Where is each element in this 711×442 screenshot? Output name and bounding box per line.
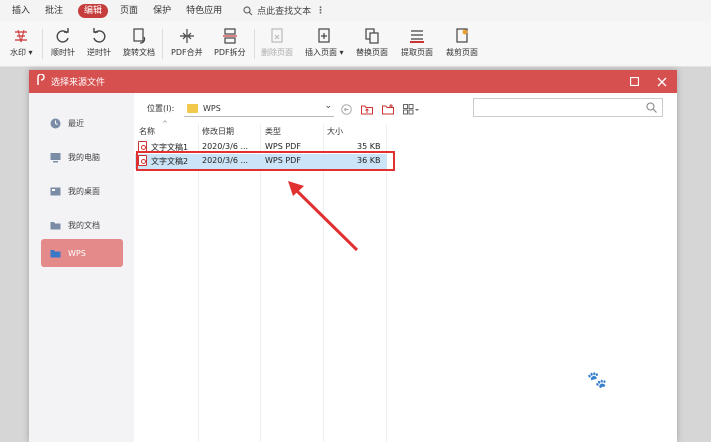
pdf-merge-icon [171,25,203,47]
menu-insert[interactable]: 插入 [12,4,30,18]
menu-bar: 插入 批注 编辑 页面 保护 特色应用 点此查找文本 ⋮ [0,0,711,21]
find-text-label: 点此查找文本 [257,7,312,17]
tool-crop-page[interactable]: 裁剪页面 [446,25,478,58]
tool-delete-page[interactable]: 删除页面 [261,25,293,58]
menu-protect[interactable]: 保护 [153,4,171,18]
baidu-watermark-logo: Bai🐾百度 [548,366,652,391]
extract-page-icon [401,25,433,47]
tool-label: 水印 [10,48,26,57]
dropdown-caret: ▾ [337,48,344,57]
rotate-cw-icon [51,25,75,47]
rotate-doc-icon [123,25,155,47]
tool-label: 逆时针 [87,48,111,57]
tool-label: PDF合并 [171,48,203,57]
replace-page-icon [356,25,388,47]
menu-edit[interactable]: 编辑 [78,3,109,18]
tool-rotate-doc[interactable]: 旋转文档 [123,25,155,58]
search-icon [243,5,253,15]
more-options-icon[interactable]: ⋮ [316,6,325,16]
tool-pdf-merge[interactable]: PDF合并 [171,25,203,58]
insert-page-icon [305,25,344,47]
crop-page-icon [446,25,478,47]
tool-label: 删除页面 [261,48,293,57]
delete-page-icon [261,25,293,47]
tool-label: 旋转文档 [123,48,155,57]
tool-extract-page[interactable]: 提取页面 [401,25,433,58]
tool-label: PDF拆分 [214,48,246,57]
toolbar-divider [254,29,255,59]
tool-label: 插入页面 [305,48,337,57]
dropdown-caret: ▾ [26,48,33,57]
menu-special-apps[interactable]: 特色应用 [186,4,222,18]
tool-watermark[interactable]: 水印 ▾ [10,25,33,58]
tool-pdf-split[interactable]: PDF拆分 [214,25,246,58]
pdf-split-icon [214,25,246,47]
baidu-watermark-url: jingyan.baidu.com [572,410,665,421]
tool-label: 提取页面 [401,48,433,57]
tool-rotate-ccw[interactable]: 逆时针 [87,25,111,58]
ribbon-toolbar: 水印 ▾ 顺时针 逆时针 旋转文档 PDF合并 PDF拆分 删除页面 插入页面 … [0,21,711,67]
tool-label: 顺时针 [51,48,75,57]
tool-label: 替换页面 [356,48,388,57]
tool-label: 裁剪页面 [446,48,478,57]
tool-rotate-cw[interactable]: 顺时针 [51,25,75,58]
toolbar-divider [162,29,163,59]
toolbar-divider [42,29,43,59]
tool-replace-page[interactable]: 替换页面 [356,25,388,58]
watermark-icon [10,25,33,47]
rotate-ccw-icon [87,25,111,47]
menu-comment[interactable]: 批注 [45,4,63,18]
find-text-search[interactable]: 点此查找文本 ⋮ [243,4,325,17]
tool-insert-page[interactable]: 插入页面 ▾ [305,25,344,58]
menu-page[interactable]: 页面 [120,4,138,18]
